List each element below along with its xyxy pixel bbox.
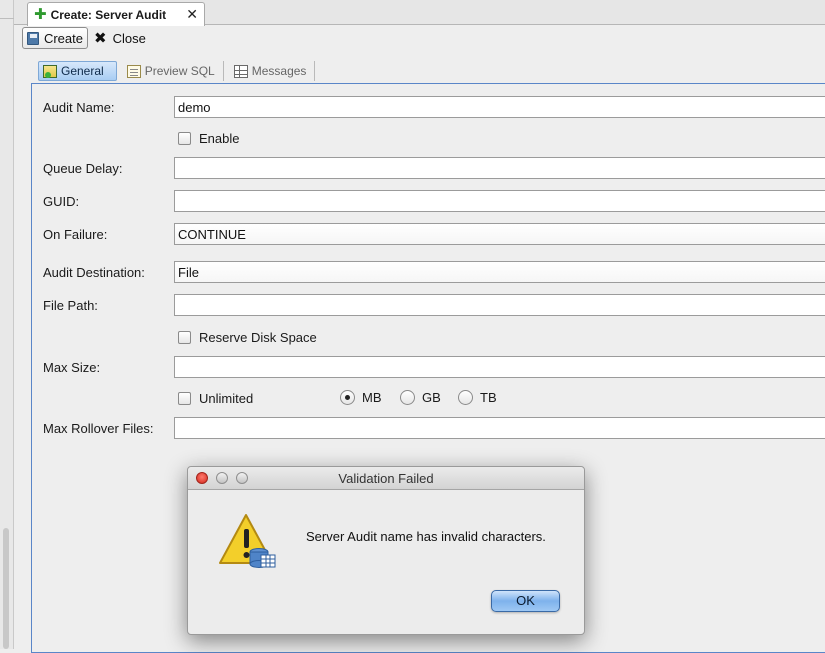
create-label: Create [43, 30, 83, 46]
warning-database-icon [219, 514, 276, 568]
reserve-disk-space-label: Reserve Disk Space [199, 330, 317, 345]
save-icon [27, 31, 39, 45]
tab-messages[interactable]: Messages [230, 61, 316, 81]
radio-tb-label: TB [480, 390, 497, 405]
file-path-label: File Path: [43, 298, 98, 313]
audit-destination-select[interactable]: File [174, 261, 825, 283]
unlimited-label: Unlimited [199, 391, 254, 406]
radio-mb[interactable]: MB [340, 390, 382, 405]
queue-delay-input[interactable] [174, 157, 825, 179]
radio-gb-dot[interactable] [400, 390, 415, 405]
max-rollover-files-label: Max Rollover Files: [43, 421, 154, 436]
max-size-label: Max Size: [43, 360, 101, 375]
general-icon [43, 64, 57, 78]
tab-general[interactable]: General [38, 61, 117, 81]
enable-label: Enable [199, 131, 240, 146]
radio-mb-label: MB [362, 390, 382, 405]
ok-button[interactable]: OK [491, 590, 560, 612]
radio-mb-dot[interactable] [340, 390, 355, 405]
dialog-close-icon[interactable] [196, 472, 208, 484]
file-path-input[interactable] [174, 294, 825, 316]
audit-name-input[interactable]: demo [174, 96, 825, 118]
radio-gb[interactable]: GB [400, 390, 441, 405]
max-size-input[interactable] [174, 356, 825, 378]
unlimited-box[interactable] [178, 392, 191, 405]
radio-tb-dot[interactable] [458, 390, 473, 405]
close-tab-icon[interactable]: ✕ [186, 6, 198, 23]
reserve-disk-space-box[interactable] [178, 331, 191, 344]
dialog-title: Validation Failed [338, 471, 434, 486]
enable-checkbox-box[interactable] [178, 132, 191, 145]
on-failure-label: On Failure: [43, 227, 108, 242]
dialog-title-bar[interactable]: Validation Failed [188, 467, 584, 490]
left-gutter [0, 0, 14, 649]
validation-dialog: Validation Failed Server Audit name has … [187, 466, 585, 635]
close-button[interactable]: ✖ Close [90, 27, 150, 49]
radio-tb[interactable]: TB [458, 390, 497, 405]
max-rollover-files-input[interactable] [174, 417, 825, 439]
document-tab-title: Create: Server Audit [50, 7, 167, 22]
dialog-zoom-icon [236, 472, 248, 484]
document-tab[interactable]: ✚ Create: Server Audit ✕ [27, 2, 205, 26]
grid-icon [233, 64, 248, 78]
unlimited-checkbox[interactable]: Unlimited [178, 391, 253, 406]
dialog-minimize-icon [216, 472, 228, 484]
plus-icon: ✚ [34, 6, 47, 23]
tab-general-label: General [61, 64, 104, 78]
gutter-divider [0, 18, 14, 19]
on-failure-select[interactable]: CONTINUE [174, 223, 825, 245]
audit-destination-label: Audit Destination: [43, 265, 145, 280]
close-label: Close [112, 30, 146, 46]
tab-preview-sql[interactable]: Preview SQL [123, 61, 224, 81]
sub-tab-bar: General Preview SQL Messages [38, 61, 321, 81]
dialog-message: Server Audit name has invalid characters… [306, 529, 546, 544]
tab-messages-label: Messages [251, 64, 307, 78]
create-button[interactable]: Create [22, 27, 88, 49]
reserve-disk-space-checkbox[interactable]: Reserve Disk Space [178, 330, 317, 345]
sql-document-icon [126, 64, 141, 78]
toolbar: Create ✖ Close [14, 26, 825, 50]
tab-preview-sql-label: Preview SQL [144, 64, 215, 78]
radio-gb-label: GB [422, 390, 441, 405]
gutter-scroll-thumb[interactable] [3, 528, 9, 649]
guid-input[interactable] [174, 190, 825, 212]
queue-delay-label: Queue Delay: [43, 161, 123, 176]
guid-label: GUID: [43, 194, 80, 209]
audit-name-label: Audit Name: [43, 100, 115, 115]
enable-checkbox[interactable]: Enable [178, 131, 239, 146]
document-tab-strip: ✚ Create: Server Audit ✕ [14, 0, 825, 26]
close-icon: ✖ [94, 30, 107, 47]
